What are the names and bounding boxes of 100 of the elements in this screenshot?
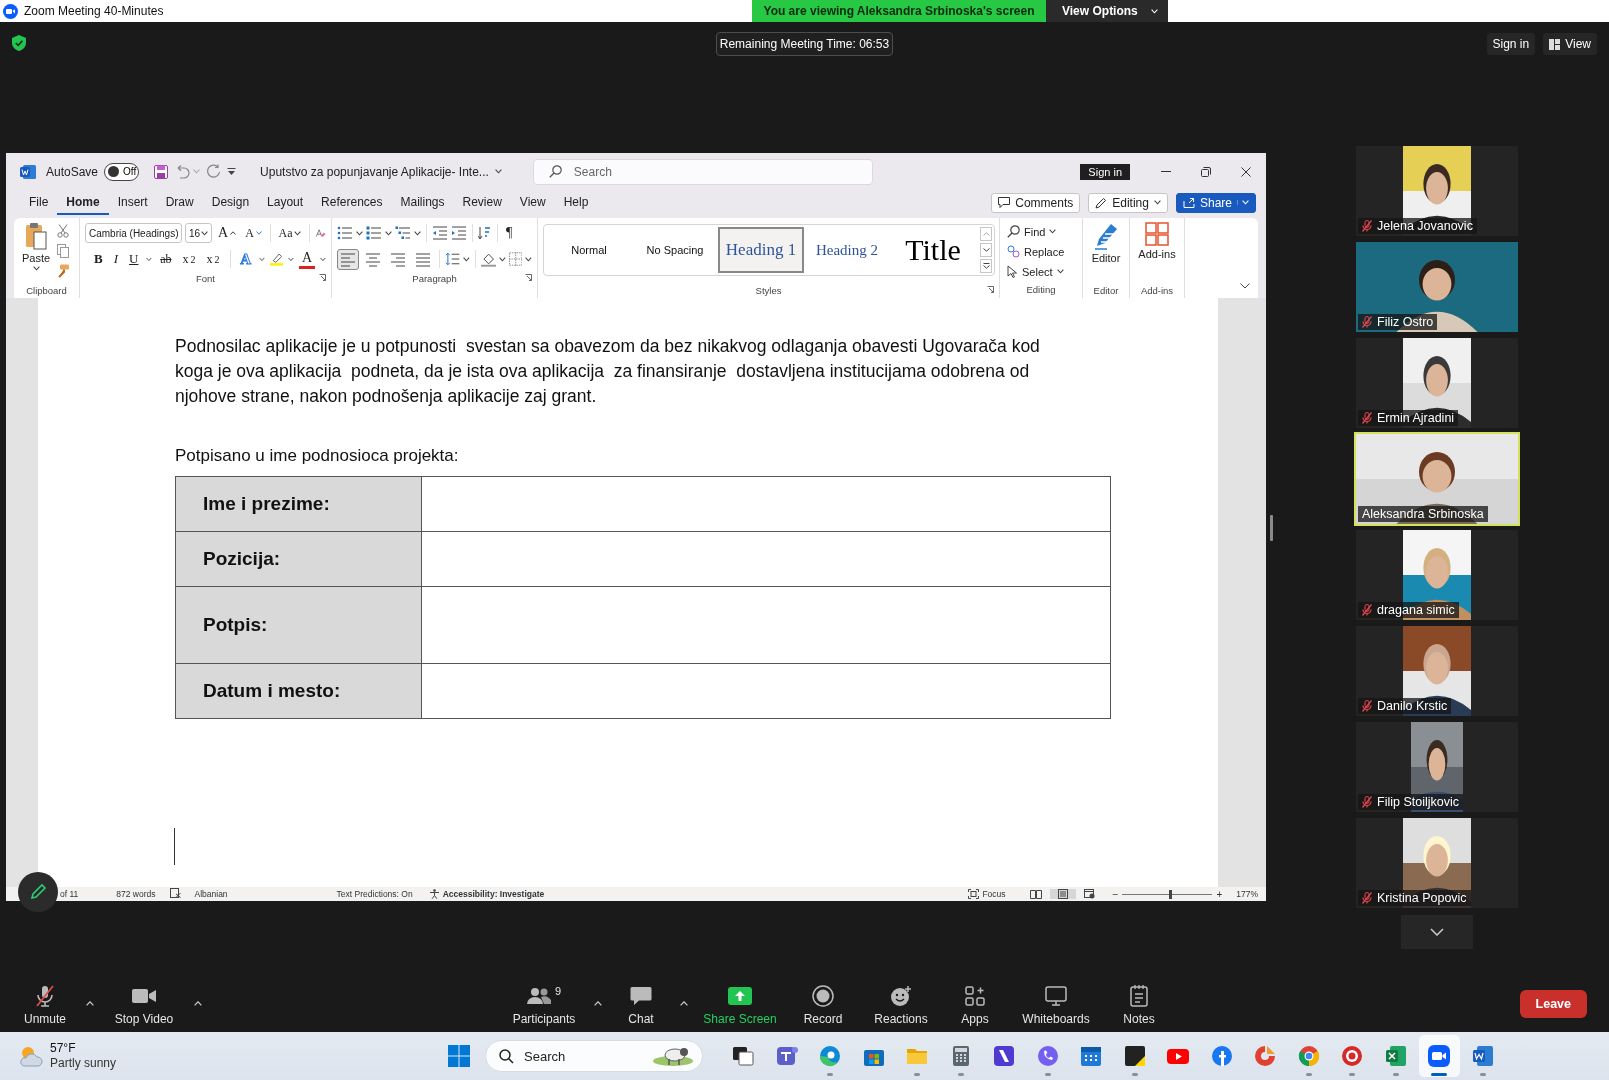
search-field[interactable]: Search [532,158,873,185]
whiteboards-button[interactable]: Whiteboards [1012,981,1100,1026]
video-tile[interactable]: Jelena Jovanovic [1356,146,1518,236]
launcher-icon[interactable] [525,274,532,281]
italic-button[interactable]: I [110,249,121,269]
app-tile-icon[interactable] [992,1044,1017,1068]
ribbon-tab[interactable]: References [312,190,392,215]
proofing-icon[interactable] [169,888,181,898]
video-tile[interactable]: Filip Stoiljkovic [1356,722,1518,812]
leave-button[interactable]: Leave [1519,989,1587,1018]
video-tile[interactable]: Aleksandra Srbinoska [1356,434,1518,524]
format-painter-icon[interactable] [57,264,71,278]
ribbon-tab[interactable]: File [20,190,58,215]
phone-app-icon[interactable] [1035,1044,1060,1068]
autosave-toggle[interactable]: Off [104,162,140,181]
line-spacing-icon[interactable] [444,252,461,266]
accessibility-status[interactable]: Accessibility: Investigate [428,889,545,899]
sign-in-button[interactable]: Sign in [1080,163,1130,180]
underline-button[interactable]: U [126,249,142,269]
font-color-button[interactable]: A [299,249,316,269]
social-app-icon[interactable] [1209,1044,1234,1068]
style-option[interactable]: No Spacing [632,227,718,273]
view-button[interactable]: View [1543,33,1597,55]
ribbon-tab[interactable]: Layout [258,190,313,215]
ribbon-tab[interactable]: Review [453,190,511,215]
caret-icon[interactable] [463,256,470,262]
slider-thumb[interactable] [1169,889,1173,899]
paste-button[interactable]: Paste [19,222,54,282]
spreadsheet-app-icon[interactable] [1383,1044,1408,1068]
ribbon-tab[interactable]: Design [202,190,259,215]
people-app-icon[interactable] [774,1044,799,1068]
participants-button[interactable]: 9 Participants [504,981,584,1026]
launcher-icon[interactable] [319,274,326,281]
windows-overlap-icon[interactable] [731,1044,756,1068]
browser-icon[interactable] [1296,1044,1321,1068]
caret-icon[interactable] [356,230,363,236]
zoom-in-button[interactable]: + [1216,888,1223,900]
search-field[interactable]: Search [485,1040,703,1072]
scroll-down-button[interactable] [980,243,992,257]
resize-handle[interactable] [1270,515,1273,541]
ribbon-tab[interactable]: Draw [156,190,203,215]
reactions-button[interactable]: Reactions [864,981,938,1026]
print-layout-button[interactable] [1049,889,1076,899]
document-title[interactable]: Uputstvo za popunjavanje Aplikacije- Inte... [257,164,505,179]
video-tile[interactable]: Kristina Popovic [1356,818,1518,908]
video-tile[interactable]: Filiz Ostro [1356,242,1518,332]
more-styles-button[interactable] [980,259,992,273]
caret-icon[interactable] [499,256,506,262]
change-case-button[interactable]: Aa [275,223,305,243]
sticky-note-icon[interactable] [1122,1044,1147,1068]
view-options-button[interactable]: View Options [1046,0,1168,22]
cleaner-app-icon[interactable] [1253,1044,1278,1068]
ribbon-tab[interactable]: Insert [108,190,157,215]
video-app-icon[interactable] [1427,1044,1452,1068]
caret-icon[interactable] [525,256,532,262]
calendar-icon[interactable] [1079,1044,1104,1068]
target-icon[interactable] [1340,1044,1365,1068]
text-effects-button[interactable]: A [237,249,255,269]
apps-button[interactable]: Apps [946,981,1004,1026]
comments-button[interactable]: Comments [991,192,1081,213]
highlighter-icon[interactable] [270,251,284,267]
focus-button[interactable]: Focus [968,889,1006,899]
sign-in-button[interactable]: Sign in [1486,33,1536,55]
select-button[interactable]: Select [1005,262,1077,281]
editing-mode-button[interactable]: Editing [1088,192,1168,213]
editor-button[interactable]: Editor [1088,222,1124,282]
shrink-font-button[interactable]: A [242,223,265,243]
decrease-indent-icon[interactable] [432,226,448,240]
ribbon-tab[interactable]: Mailings [391,190,454,215]
sort-icon[interactable] [478,226,492,240]
style-option[interactable]: Heading 1 [718,227,804,273]
increase-indent-icon[interactable] [451,226,467,240]
record-button[interactable]: Record [790,981,856,1026]
bullet-list-icon[interactable] [337,226,353,240]
annotate-button[interactable] [18,872,58,912]
video-tile[interactable]: Danilo Krstic [1356,626,1518,716]
cut-icon[interactable] [57,224,70,238]
bold-button[interactable]: B [91,249,106,269]
strikethrough-button[interactable]: ab [157,249,175,269]
stop-video-button[interactable]: Stop Video [104,981,184,1026]
notes-button[interactable]: Notes [1108,981,1170,1026]
text-predictions-label[interactable]: Text Predictions: On [336,889,413,899]
ribbon-tab[interactable]: Home [57,190,109,215]
multilevel-list-icon[interactable] [395,226,411,240]
find-button[interactable]: Find [1005,222,1077,241]
style-option[interactable]: Heading 2 [804,227,890,273]
shading-icon[interactable] [480,251,497,267]
language-label[interactable]: Albanian [194,889,228,899]
zoom-out-button[interactable]: − [1112,888,1119,900]
numbered-list-icon[interactable] [366,226,382,240]
ribbon-tab[interactable]: View [510,190,555,215]
style-option[interactable]: Title [890,227,976,273]
video-tile[interactable]: Ermin Ajradini [1356,338,1518,428]
document-app-icon[interactable] [1470,1044,1495,1068]
share-screen-button[interactable]: Share Screen [698,981,782,1026]
copy-icon[interactable] [57,244,70,258]
caret-icon[interactable] [414,230,421,236]
style-option[interactable]: Normal [546,227,632,273]
share-button[interactable]: Share [1175,192,1256,213]
chat-button[interactable]: Chat [612,981,670,1026]
